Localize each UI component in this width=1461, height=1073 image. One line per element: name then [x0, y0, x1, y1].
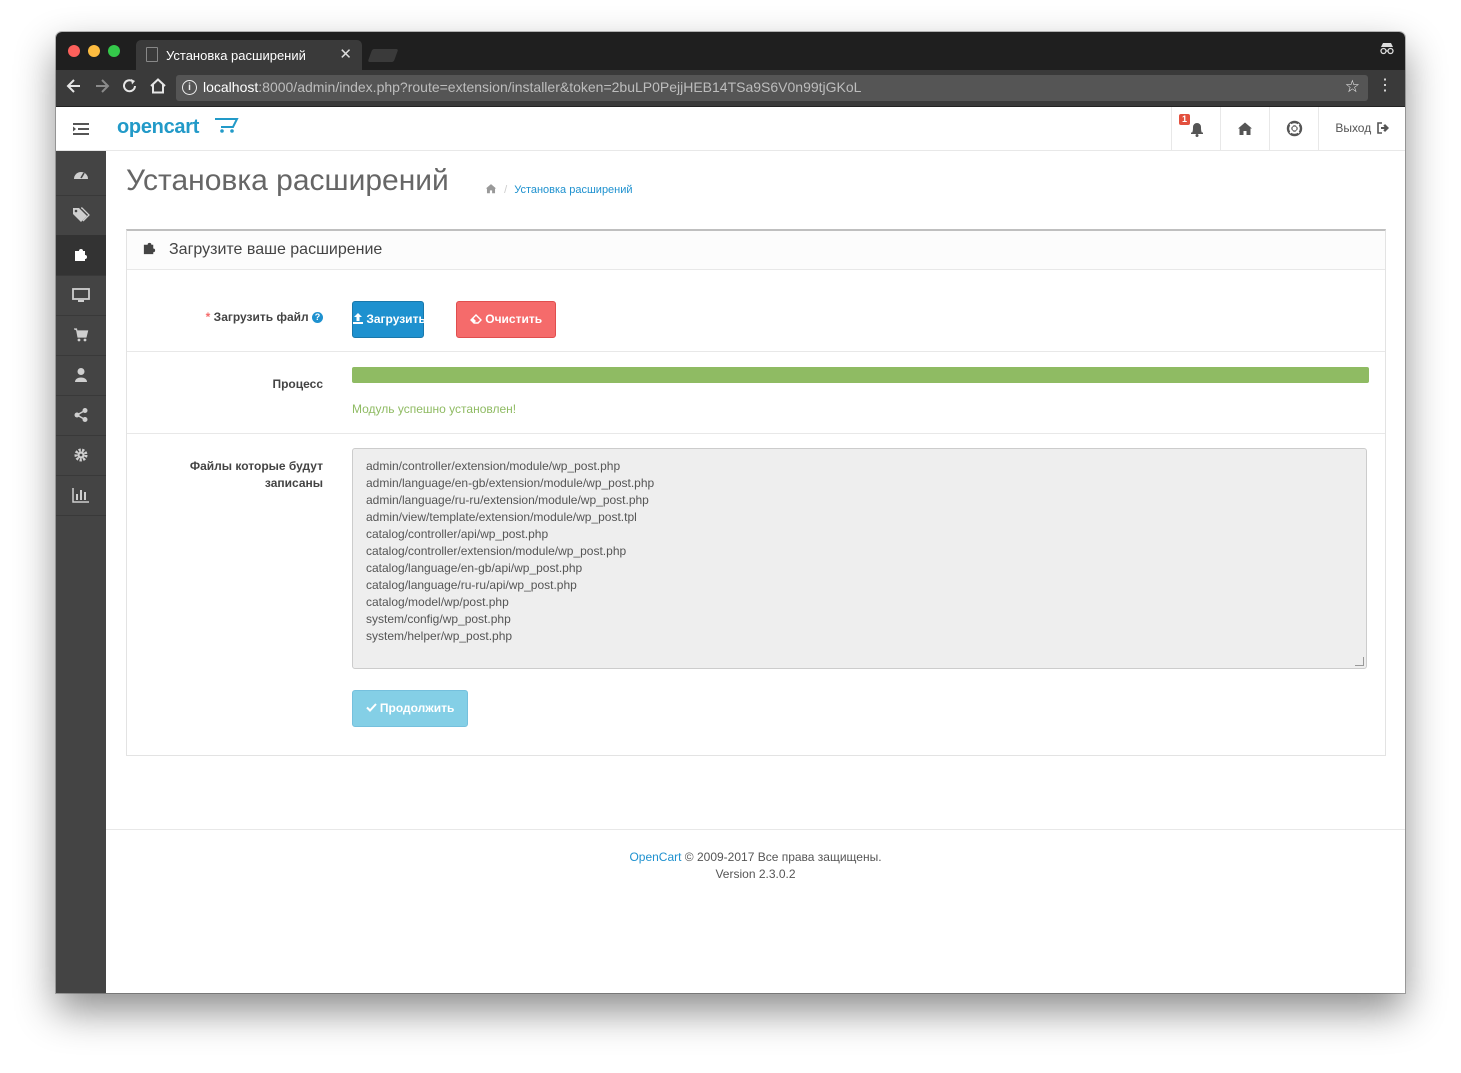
- sidebar-item-marketing[interactable]: [56, 395, 106, 436]
- breadcrumb-link-installer[interactable]: Установка расширений: [514, 184, 632, 196]
- life-ring-icon: [1286, 120, 1303, 137]
- footer-copyright: OpenCart © 2009-2017 Все права защищены.: [629, 850, 882, 864]
- sign-out-icon: [1376, 121, 1389, 134]
- forward-icon[interactable]: [94, 77, 110, 99]
- sidebar-item-dashboard[interactable]: [56, 155, 106, 196]
- logo-cart-icon: [215, 118, 239, 133]
- file-path-line: admin/controller/extension/module/wp_pos…: [366, 459, 621, 473]
- cart-icon: [74, 328, 89, 342]
- opencart-link[interactable]: OpenCart: [629, 850, 681, 864]
- tags-icon: [73, 207, 90, 223]
- upload-panel: Загрузите ваше расширение * Загрузить фа…: [126, 229, 1386, 756]
- logout-label: Выход: [1335, 121, 1372, 135]
- browser-window: Установка расширений ✕ i localhost:8000/…: [56, 32, 1405, 993]
- opencart-logo[interactable]: opencart: [117, 116, 199, 139]
- minimize-window-button[interactable]: [88, 45, 100, 57]
- sidebar-toggle-button[interactable]: [56, 107, 106, 151]
- page-title: Установка расширений: [126, 164, 449, 197]
- home-icon[interactable]: [149, 77, 167, 99]
- continue-button[interactable]: Продолжить: [352, 690, 468, 727]
- notifications-button[interactable]: 1: [1171, 107, 1221, 150]
- eraser-icon: [469, 314, 482, 324]
- help-button[interactable]: [1269, 107, 1319, 150]
- file-path-line: system/helper/wp_post.php: [366, 629, 513, 643]
- back-icon[interactable]: [66, 77, 82, 99]
- puzzle-icon: [75, 249, 87, 262]
- sidebar-item-customers[interactable]: [56, 355, 106, 396]
- upload-icon: [353, 313, 363, 324]
- browser-tab[interactable]: Установка расширений ✕: [136, 40, 362, 70]
- file-path-line: admin/view/template/extension/module/wp_…: [366, 510, 637, 524]
- panel-title: Загрузите ваше расширение: [169, 241, 383, 258]
- progress-bar-fill: [352, 367, 1369, 383]
- dashboard-icon: [74, 172, 88, 180]
- file-path-line: admin/language/en-gb/extension/module/wp…: [366, 476, 655, 490]
- check-icon: [365, 703, 377, 712]
- admin-app: opencart 1 Выход Установка расширений / …: [56, 107, 1405, 993]
- sidebar-item-sales[interactable]: [56, 315, 106, 356]
- menu-indent-icon: [73, 123, 89, 135]
- resize-handle[interactable]: [1355, 657, 1364, 666]
- clear-button[interactable]: Очистить: [456, 301, 556, 338]
- footer: OpenCart © 2009-2017 Все права защищены.…: [106, 849, 1405, 883]
- sidebar-item-extensions[interactable]: [56, 235, 106, 276]
- sidebar-item-design[interactable]: [56, 275, 106, 316]
- top-header: opencart 1 Выход: [106, 107, 1405, 151]
- bell-icon: [1191, 123, 1203, 137]
- bookmark-star-icon[interactable]: ☆: [1345, 77, 1360, 97]
- incognito-icon: [1379, 41, 1395, 59]
- file-path-line: catalog/controller/extension/module/wp_p…: [366, 544, 627, 558]
- success-message: Модуль успешно установлен!: [352, 402, 517, 416]
- store-home-button[interactable]: [1220, 107, 1270, 150]
- footer-divider: [106, 829, 1405, 830]
- puzzle-icon: [142, 241, 157, 260]
- breadcrumb-home-icon[interactable]: [485, 183, 497, 194]
- help-question-icon[interactable]: ?: [312, 312, 323, 324]
- panel-heading: Загрузите ваше расширение: [127, 231, 1385, 270]
- progress-label: Процесс: [272, 377, 323, 391]
- file-list: admin/controller/extension/module/wp_pos…: [366, 458, 1353, 645]
- close-window-button[interactable]: [68, 45, 80, 57]
- new-tab-button[interactable]: [367, 49, 399, 62]
- browser-tab-bar: Установка расширений ✕: [56, 32, 1405, 70]
- breadcrumb: / Установка расширений: [485, 183, 633, 196]
- file-path-line: catalog/language/ru-ru/api/wp_post.php: [366, 578, 577, 592]
- row-divider: [127, 433, 1385, 434]
- file-path-line: catalog/language/en-gb/api/wp_post.php: [366, 561, 583, 575]
- browser-menu-icon[interactable]: ⋮: [1377, 78, 1393, 94]
- info-icon[interactable]: i: [182, 80, 197, 95]
- files-label: Файлы которые будут записаны: [189, 459, 323, 490]
- file-path-line: catalog/model/wp/post.php: [366, 595, 509, 609]
- progress-bar: [352, 367, 1369, 383]
- desktop-icon: [72, 288, 90, 303]
- user-icon: [75, 368, 87, 383]
- file-path-line: catalog/controller/api/wp_post.php: [366, 527, 549, 541]
- file-path-line: system/config/wp_post.php: [366, 612, 511, 626]
- reload-icon[interactable]: [122, 77, 138, 99]
- upload-button[interactable]: Загрузить: [352, 301, 426, 338]
- cog-icon: [74, 448, 88, 462]
- file-path-line: admin/language/ru-ru/extension/module/wp…: [366, 493, 649, 507]
- sidebar-item-reports[interactable]: [56, 475, 106, 516]
- files-textarea[interactable]: admin/controller/extension/module/wp_pos…: [352, 448, 1367, 669]
- sidebar: [56, 107, 106, 993]
- close-tab-icon[interactable]: ✕: [339, 45, 352, 63]
- chart-icon: [72, 488, 89, 503]
- sidebar-item-catalog[interactable]: [56, 195, 106, 236]
- tab-title: Установка расширений: [166, 48, 306, 63]
- footer-version: Version 2.3.0.2: [715, 867, 796, 881]
- document-icon: [146, 47, 158, 62]
- browser-toolbar: i localhost:8000/admin/index.php?route=e…: [56, 70, 1405, 107]
- maximize-window-button[interactable]: [108, 45, 120, 57]
- share-icon: [74, 408, 88, 423]
- address-bar[interactable]: i localhost:8000/admin/index.php?route=e…: [176, 75, 1368, 101]
- home-icon: [1238, 122, 1252, 135]
- logout-button[interactable]: Выход: [1318, 107, 1405, 150]
- upload-file-label: * Загрузить файл ?: [147, 310, 323, 324]
- url-text: localhost:8000/admin/index.php?route=ext…: [203, 79, 862, 95]
- row-divider: [127, 351, 1385, 352]
- sidebar-item-system[interactable]: [56, 435, 106, 476]
